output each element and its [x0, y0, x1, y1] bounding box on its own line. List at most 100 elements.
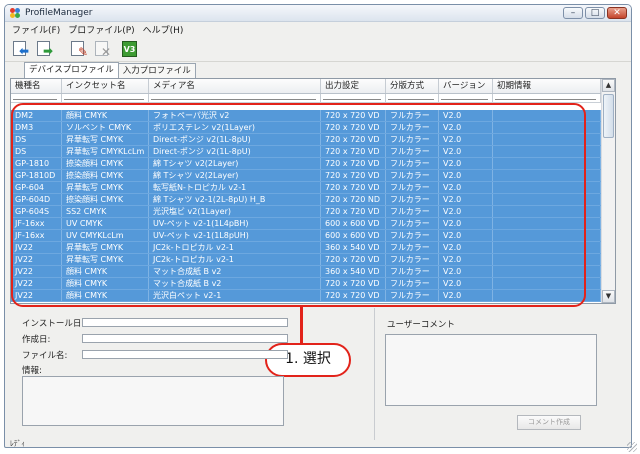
table-row[interactable]: GP-604S SS2 CMYK 光沢塩ビ v2(1Layer) 720 x 720 …: [11, 206, 601, 218]
scroll-up-icon[interactable]: ▲: [602, 79, 615, 92]
close-button[interactable]: ✕: [607, 7, 627, 19]
table-row[interactable]: JV22 顔料 CMYK マット合成紙 B v2 720 x 720 VD フルカラー V…: [11, 278, 601, 290]
table-cell: GP-1810D: [11, 170, 62, 181]
table-row[interactable]: GP-604D 捺染顔料 CMYK 綿 Tシャツ v2-1(2L-8pU) H_B 7…: [11, 194, 601, 206]
profile-list[interactable]: 機種名 インクセット名 メディア名 出力設定 分版方式 バージョン 初期情報 D…: [10, 78, 616, 304]
table-cell: JV22: [11, 242, 62, 253]
menu-profile[interactable]: プロファイル(P): [64, 23, 138, 36]
table-row[interactable]: JF-16xx UV CMYKLcLm UV-ペット v2-1(1L8pUH) 600…: [11, 230, 601, 242]
user-comment-label: ユーザーコメント: [387, 320, 455, 330]
created-date-label: 作成日:: [22, 335, 51, 345]
user-comment-field[interactable]: [385, 334, 597, 406]
column-version[interactable]: バージョン: [439, 79, 493, 93]
minimize-button[interactable]: –: [563, 7, 583, 19]
v3-icon[interactable]: V3: [117, 39, 137, 59]
table-cell: [493, 242, 601, 253]
delete-profile-icon[interactable]: ✕: [93, 39, 113, 59]
table-cell: マット合成紙 B v2: [149, 278, 321, 289]
table-row[interactable]: GP-604 昇華転写 CMYK 転写紙N-トロピカル v2-1 720 x 720 …: [11, 182, 601, 194]
table-cell: フルカラー: [386, 218, 439, 229]
table-cell: 720 x 720 VD: [321, 110, 386, 121]
table-cell: GP-1810: [11, 158, 62, 169]
table-cell: 顔料 CMYK: [62, 290, 149, 301]
table-cell: 光沢白ペット v2-1: [149, 290, 321, 301]
table-cell: [493, 134, 601, 145]
scroll-down-icon[interactable]: ▼: [602, 290, 615, 303]
table-cell: 720 x 720 VD: [321, 290, 386, 301]
column-media[interactable]: メディア名: [149, 79, 321, 93]
table-cell: 720 x 720 VD: [321, 170, 386, 181]
table-row[interactable]: JV22 顔料 CMYK マット合成紙 B v2 360 x 540 VD フルカラー V…: [11, 266, 601, 278]
table-cell: フルカラー: [386, 206, 439, 217]
table-row[interactable]: GP-1810D 捺染顔料 CMYK 綿 Tシャツ v2(2Layer) 720 x …: [11, 170, 601, 182]
table-cell: V2.0: [439, 194, 493, 205]
table-row[interactable]: DS 昇華転写 CMYKLcLm Direct-ポンジ v2(1L-8pU) 720 …: [11, 146, 601, 158]
menu-file[interactable]: ファイル(F): [8, 23, 64, 36]
panel-divider: [374, 308, 375, 440]
column-separation[interactable]: 分版方式: [386, 79, 439, 93]
table-cell: 捺染顔料 CMYK: [62, 170, 149, 181]
table-cell: V2.0: [439, 182, 493, 193]
filter-cell[interactable]: [321, 94, 386, 102]
filter-cell[interactable]: [386, 94, 439, 102]
table-cell: JV22: [11, 290, 62, 301]
column-output[interactable]: 出力設定: [321, 79, 386, 93]
table-cell: 720 x 720 VD: [321, 206, 386, 217]
table-cell: フルカラー: [386, 230, 439, 241]
table-cell: JV22: [11, 278, 62, 289]
table-cell: [493, 194, 601, 205]
table-cell: V2.0: [439, 158, 493, 169]
filter-cell[interactable]: [149, 94, 321, 102]
table-cell: マット合成紙 B v2: [149, 266, 321, 277]
filter-cell[interactable]: [62, 94, 149, 102]
table-cell: 昇華転写 CMYK: [62, 242, 149, 253]
table-cell: V2.0: [439, 170, 493, 181]
table-row[interactable]: DS 昇華転写 CMYK Direct-ポンジ v2(1L-8pU) 720 x 72…: [11, 134, 601, 146]
resize-grip[interactable]: [627, 442, 637, 452]
table-cell: JF-16xx: [11, 218, 62, 229]
scroll-thumb[interactable]: [603, 94, 614, 138]
table-cell: フォトペーパ光沢 v2: [149, 110, 321, 121]
table-cell: 360 x 540 VD: [321, 266, 386, 277]
table-cell: V2.0: [439, 206, 493, 217]
table-cell: V2.0: [439, 230, 493, 241]
table-cell: 720 x 720 VD: [321, 158, 386, 169]
filter-cell[interactable]: [439, 94, 493, 102]
table-row[interactable]: JV22 顔料 CMYK 光沢白ペット v2-1 720 x 720 VD フルカラー V…: [11, 290, 601, 302]
table-cell: 720 x 720 VD: [321, 254, 386, 265]
table-cell: GP-604: [11, 182, 62, 193]
tab-input-profile[interactable]: 入力プロファイル: [117, 63, 196, 78]
profile-settings-icon[interactable]: ✎: [69, 39, 89, 59]
table-cell: Direct-ポンジ v2(1L-8pU): [149, 134, 321, 145]
table-cell: Direct-ポンジ v2(1L-8pU): [149, 146, 321, 157]
table-row[interactable]: JV22 昇華転写 CMYK JC2k-トロピカル v2-1 720 x 720 VD…: [11, 254, 601, 266]
table-cell: [493, 266, 601, 277]
column-inkset[interactable]: インクセット名: [62, 79, 149, 93]
import-profile-icon[interactable]: ⬅: [11, 39, 31, 59]
table-cell: 昇華転写 CMYKLcLm: [62, 146, 149, 157]
table-row[interactable]: JF-16xx UV CMYK UV-ペット v2-1(1L4pBH) 600 x 6…: [11, 218, 601, 230]
table-cell: V2.0: [439, 134, 493, 145]
table-cell: V2.0: [439, 278, 493, 289]
table-cell: [493, 122, 601, 133]
table-cell: V2.0: [439, 110, 493, 121]
filter-row[interactable]: [11, 94, 615, 103]
tab-device-profile[interactable]: デバイスプロファイル: [24, 62, 119, 78]
menu-help[interactable]: ヘルプ(H): [139, 23, 188, 36]
table-row[interactable]: GP-1810 捺染顔料 CMYK 綿 Tシャツ v2(2Layer) 720 x 7…: [11, 158, 601, 170]
export-profile-icon[interactable]: ➡: [35, 39, 55, 59]
filter-cell[interactable]: [493, 94, 601, 102]
details-panel: インストール日: 作成日: ファイル名: 情報: ユーザーコメント コメント作成: [10, 308, 616, 440]
filter-cell[interactable]: [11, 94, 62, 102]
table-cell: V2.0: [439, 242, 493, 253]
table-cell: 600 x 600 VD: [321, 218, 386, 229]
table-row[interactable]: DM3 ソルベント CMYK ポリエステレン v2(1Layer) 720 x 720…: [11, 122, 601, 134]
table-row[interactable]: DM2 顔料 CMYK フォトペーパ光沢 v2 720 x 720 VD フルカラー V2…: [11, 110, 601, 122]
create-comment-button[interactable]: コメント作成: [517, 415, 581, 430]
table-cell: JC2k-トロピカル v2-1: [149, 242, 321, 253]
column-model[interactable]: 機種名: [11, 79, 62, 93]
vertical-scrollbar[interactable]: ▲ ▼: [601, 79, 615, 303]
table-row[interactable]: JV22 昇華転写 CMYK JC2k-トロピカル v2-1 360 x 540 VD…: [11, 242, 601, 254]
column-initial-info[interactable]: 初期情報: [493, 79, 601, 93]
maximize-button[interactable]: □: [585, 7, 605, 19]
